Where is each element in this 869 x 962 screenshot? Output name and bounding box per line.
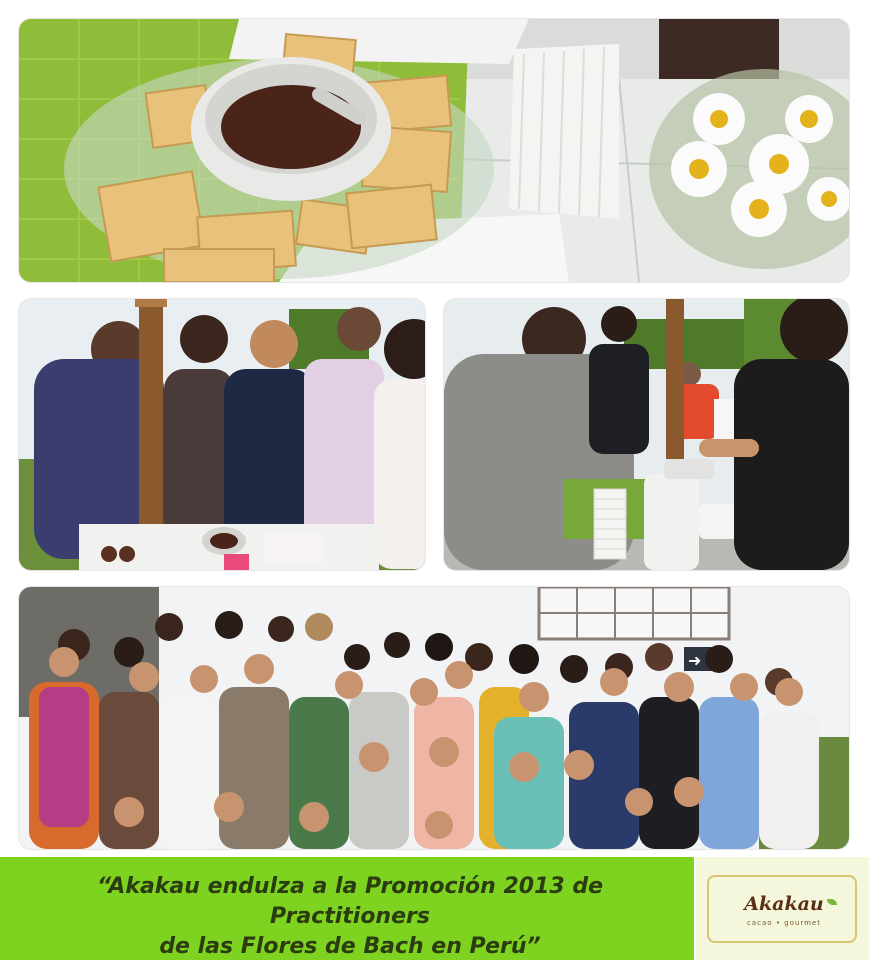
photo-snacks-table — [19, 19, 849, 282]
akakau-logo: Akakau cacao • gourmet — [695, 857, 869, 960]
tasting-left-scene — [19, 299, 425, 570]
caption-text: “Akakau endulza a la Promoción 2013 de P… — [20, 872, 680, 962]
group-scene: ➜ — [19, 587, 849, 849]
photo-tasting-right — [444, 299, 849, 570]
tasting-right-scene — [444, 299, 849, 570]
svg-text:➜: ➜ — [688, 651, 701, 670]
logo-frame: Akakau cacao • gourmet — [707, 875, 857, 943]
photo-group: ➜ — [19, 587, 849, 849]
caption-line-2: de las Flores de Bach en Perú” — [159, 934, 541, 959]
caption-band: “Akakau endulza a la Promoción 2013 de P… — [0, 857, 694, 960]
snacks-scene — [19, 19, 849, 282]
logo-tagline: cacao • gourmet — [747, 919, 821, 927]
photo-tasting-left — [19, 299, 425, 570]
caption-line-1: “Akakau endulza a la Promoción 2013 de P… — [96, 874, 604, 929]
